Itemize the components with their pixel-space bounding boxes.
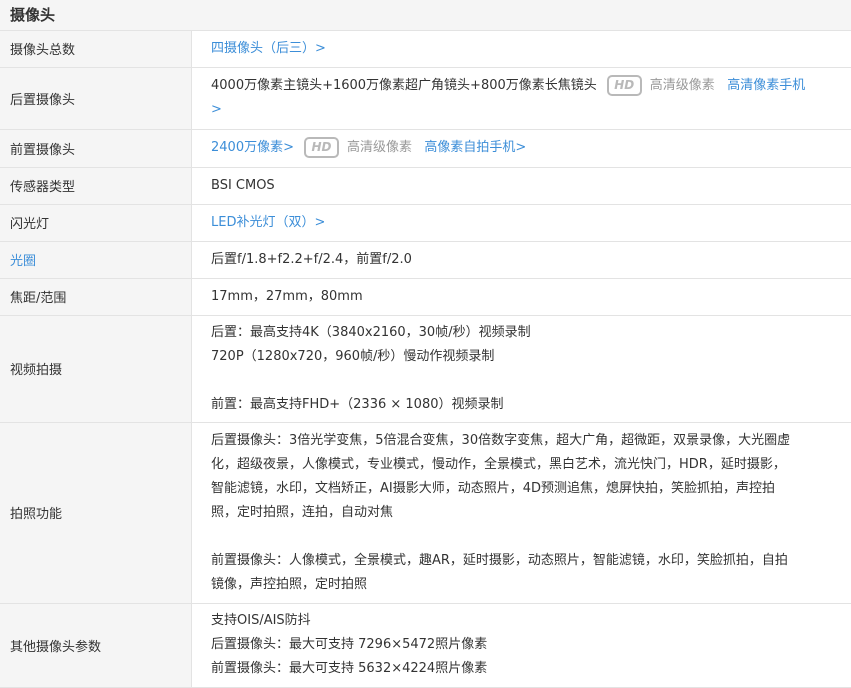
spec-row-photo: 拍照功能 后置摄像头：3倍光学变焦，5倍混合变焦，30倍数字变焦，超大广角，超微… (0, 422, 851, 603)
focal-value: 17mm，27mm，80mm (192, 278, 851, 315)
photo-front-line: 前置摄像头：人像模式，全景模式，趣AR，延时摄影，动态照片，智能滤镜，水印，笑脸… (211, 549, 839, 573)
spec-label: 传感器类型 (0, 167, 192, 204)
video-line: 前置：最高支持FHD+（2336 × 1080）视频录制 (211, 393, 839, 417)
hd-badge-icon: HD (304, 137, 339, 158)
other-line: 支持OIS/AIS防抖 (211, 609, 839, 633)
sensor-value: BSI CMOS (192, 167, 851, 204)
photo-front-line: 镜像，声控拍照，定时拍照 (211, 573, 839, 597)
camera-spec-table: 摄像头总数 四摄像头（后三）> 后置摄像头 4000万像素主镜头+1600万像素… (0, 31, 851, 688)
spec-row-focal-length: 焦距/范围 17mm，27mm，80mm (0, 278, 851, 315)
hd-badge-text: 高清级像素 (347, 140, 412, 155)
hd-badge-text: 高清级像素 (650, 78, 715, 93)
spec-row-total-cameras: 摄像头总数 四摄像头（后三）> (0, 31, 851, 67)
photo-rear-line: 化，超级夜景，人像模式，专业模式，慢动作，全景模式，黑白艺术，流光快门，HDR，… (211, 453, 839, 477)
spec-row-video: 视频拍摄 后置：最高支持4K（3840x2160，30帧/秒）视频录制 720P… (0, 315, 851, 422)
spec-label: 视频拍摄 (0, 315, 192, 422)
spec-row-flash: 闪光灯 LED补光灯（双）> (0, 204, 851, 241)
spec-label: 其他摄像头参数 (0, 603, 192, 687)
aperture-value: 后置f/1.8+f2.2+f/2.4，前置f/2.0 (192, 241, 851, 278)
spec-label: 闪光灯 (0, 204, 192, 241)
spec-row-front-camera: 前置摄像头 2400万像素> HD 高清级像素 高像素自拍手机> (0, 129, 851, 167)
spec-label: 前置摄像头 (0, 129, 192, 167)
video-line: 后置：最高支持4K（3840x2160，30帧/秒）视频录制 (211, 321, 839, 345)
section-title: 摄像头 (0, 0, 851, 31)
spec-label: 焦距/范围 (0, 278, 192, 315)
spec-row-sensor: 传感器类型 BSI CMOS (0, 167, 851, 204)
rear-camera-arrow-link[interactable]: > (211, 102, 222, 117)
hd-phones-link[interactable]: 高清像素手机 (727, 78, 805, 93)
photo-rear-line: 后置摄像头：3倍光学变焦，5倍混合变焦，30倍数字变焦，超大广角，超微距，双景录… (211, 429, 839, 453)
spec-label: 拍照功能 (0, 422, 192, 603)
spec-label: 后置摄像头 (0, 67, 192, 129)
rear-camera-value: 4000万像素主镜头+1600万像素超广角镜头+800万像素长焦镜头 (211, 78, 597, 93)
hd-badge-icon: HD (607, 75, 642, 96)
other-line: 后置摄像头：最大可支持 7296×5472照片像素 (211, 633, 839, 657)
video-line: 720P（1280x720，960帧/秒）慢动作视频录制 (211, 345, 839, 369)
spec-row-rear-camera: 后置摄像头 4000万像素主镜头+1600万像素超广角镜头+800万像素长焦镜头… (0, 67, 851, 129)
front-camera-link[interactable]: 2400万像素> (211, 140, 294, 155)
photo-rear-line: 照，定时拍照，连拍，自动对焦 (211, 501, 839, 525)
aperture-label-link[interactable]: 光圈 (0, 241, 192, 278)
spec-row-other: 其他摄像头参数 支持OIS/AIS防抖 后置摄像头：最大可支持 7296×547… (0, 603, 851, 687)
photo-rear-line: 智能滤镜，水印，文档矫正，AI摄影大师，动态照片，4D预测追焦，熄屏快拍，笑脸抓… (211, 477, 839, 501)
other-line: 前置摄像头：最大可支持 5632×4224照片像素 (211, 657, 839, 681)
spec-label: 摄像头总数 (0, 31, 192, 67)
total-cameras-link[interactable]: 四摄像头（后三）> (211, 41, 326, 56)
spec-row-aperture: 光圈 后置f/1.8+f2.2+f/2.4，前置f/2.0 (0, 241, 851, 278)
flash-link[interactable]: LED补光灯（双）> (211, 215, 325, 230)
selfie-phones-link[interactable]: 高像素自拍手机> (424, 140, 526, 155)
